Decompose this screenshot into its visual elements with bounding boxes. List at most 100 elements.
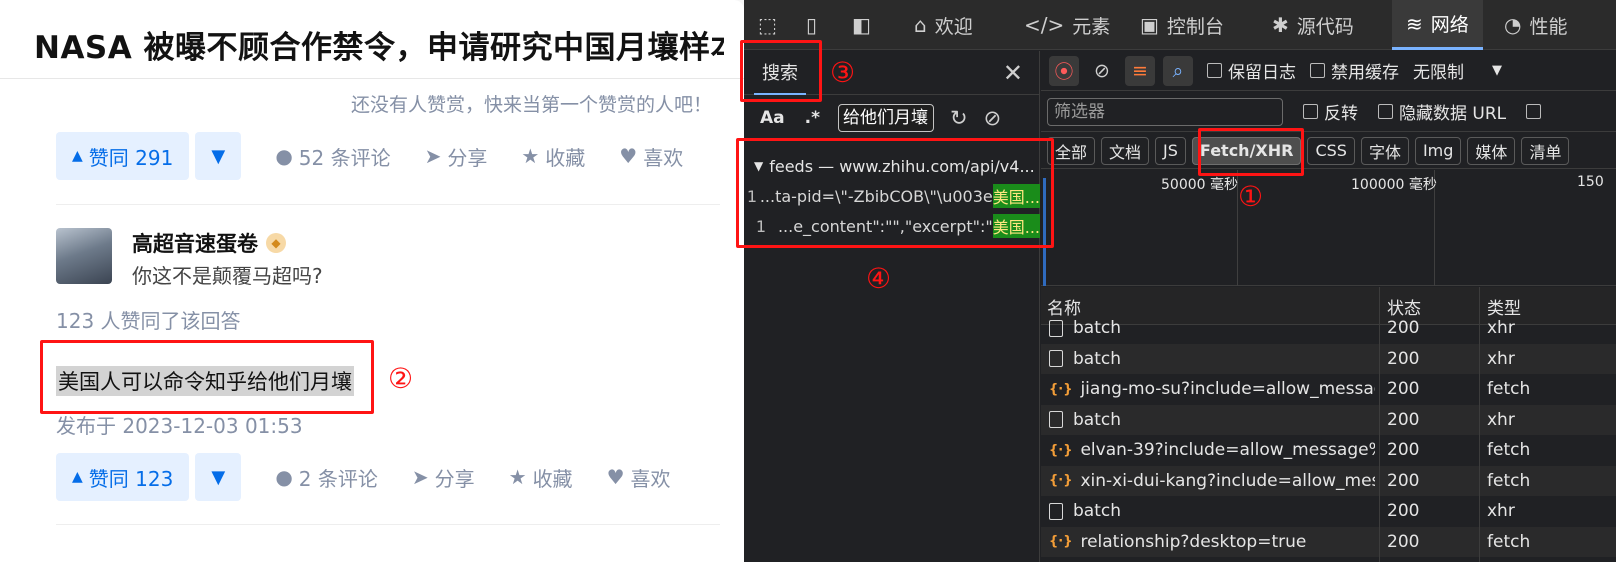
tab-console-label: 控制台 <box>1166 15 1224 38</box>
filter-font[interactable]: 字体 <box>1360 136 1409 165</box>
table-row[interactable]: {·} elvan-39?include=allow_message%2... 20… <box>1041 435 1616 466</box>
record-icon[interactable]: ⦿ <box>1049 55 1079 86</box>
table-row[interactable]: batch 200 xhr <box>1041 313 1616 344</box>
author-name[interactable]: 高超音速蛋卷 ◆ <box>132 228 286 258</box>
answer-actions-2: ▲ 赞同 123 ▼ ● 2 条评论 ➤ 分享 ★ 收藏 ♥ 喜欢 <box>56 453 671 501</box>
table-row[interactable]: {·} relationship?desktop=true 200 fetch <box>1041 526 1616 558</box>
share-label: 分享 <box>434 466 475 491</box>
timeline-overview[interactable]: 50000 毫秒 100000 毫秒 150 <box>1041 170 1616 286</box>
filter-manifest[interactable]: 清单 <box>1521 136 1570 165</box>
avatar[interactable] <box>56 228 112 284</box>
console-icon: ▣ <box>1140 13 1159 37</box>
timeline-label: 50000 毫秒 <box>1161 177 1238 193</box>
fetch-icon: {·} <box>1049 381 1073 397</box>
vote-up-label: 赞同 291 <box>88 145 174 170</box>
invert-checkbox[interactable]: 反转 <box>1303 99 1358 124</box>
comments-button[interactable]: ● 52 条评论 <box>275 142 390 171</box>
comments-label: 2 条评论 <box>298 466 378 491</box>
zhihu-card: NASA 被曝不顾合作禁令，申请研究中国月壤样本 还没有人赞赏，快来当第一个赞赏… <box>0 0 744 562</box>
cell-name: batch <box>1049 496 1375 527</box>
comments-button[interactable]: ● 2 条评论 <box>275 463 378 492</box>
cell-name: {·} relationship?desktop=true <box>1049 527 1375 558</box>
table-row[interactable]: {·} jiang-mo-su?include=allow_message... 2… <box>1041 374 1616 405</box>
search-icon[interactable]: ⌕ <box>1163 55 1193 86</box>
disable-cache-label: 禁用缓存 <box>1331 63 1399 83</box>
preserve-log-checkbox[interactable]: 保留日志 <box>1207 58 1296 83</box>
collect-button[interactable]: ★ 收藏 <box>509 463 573 492</box>
code-icon: </> <box>1024 13 1065 37</box>
comments-label: 52 条评论 <box>298 145 391 170</box>
share-button[interactable]: ➤ 分享 <box>425 142 488 171</box>
column-divider <box>1479 287 1480 562</box>
filter-doc[interactable]: 文档 <box>1101 136 1150 165</box>
filter-media[interactable]: 媒体 <box>1467 136 1516 165</box>
like-button[interactable]: ♥ 喜欢 <box>607 463 671 492</box>
filter-all[interactable]: 全部 <box>1047 136 1096 165</box>
tab-welcome[interactable]: ⌂ 欢迎 <box>914 0 973 50</box>
tab-performance[interactable]: ◔ 性能 <box>1504 0 1567 50</box>
cell-type: fetch <box>1487 470 1531 491</box>
request-name: jiang-mo-su?include=allow_message... <box>1080 379 1375 400</box>
clear-log-icon[interactable]: ⊘ <box>1087 56 1117 86</box>
tab-sources-label: 源代码 <box>1296 15 1354 38</box>
close-icon[interactable]: ✕ <box>1003 59 1023 87</box>
cell-type: xhr <box>1487 318 1515 339</box>
filter-js[interactable]: JS <box>1155 136 1186 165</box>
throttle-select[interactable]: 无限制 ▼ <box>1413 58 1502 83</box>
hide-data-url-checkbox[interactable]: 隐藏数据 URL <box>1378 99 1506 124</box>
cell-status: 200 <box>1387 531 1420 552</box>
search-controls: Aa .* 给他们月壤 ↻ ⊘ <box>744 96 1040 140</box>
cell-status: 200 <box>1387 348 1420 369</box>
network-panel: ⦿ ⊘ ≡ ⌕ 保留日志 禁用缓存 无限制 ▼ 筛选器 反转 隐藏数据 URL 全… <box>1041 51 1616 562</box>
tab-sources[interactable]: ✱ 源代码 <box>1272 0 1354 50</box>
like-label: 喜欢 <box>643 145 684 170</box>
share-button[interactable]: ➤ 分享 <box>412 463 475 492</box>
table-row[interactable]: {·} xin-xi-dui-kang?include=allow_mess...… <box>1041 465 1616 496</box>
checkbox-box <box>1207 63 1222 78</box>
filter-img[interactable]: Img <box>1414 136 1462 165</box>
vote-down-button[interactable]: ▼ <box>195 132 242 180</box>
checkbox-box <box>1526 104 1542 119</box>
cell-name: batch <box>1049 313 1375 344</box>
disable-cache-checkbox[interactable]: 禁用缓存 <box>1310 58 1399 83</box>
clear-icon[interactable]: ⊘ <box>984 106 1002 130</box>
dock-button[interactable]: ◧ <box>852 0 871 50</box>
tab-welcome-label: 欢迎 <box>934 15 973 38</box>
table-row[interactable]: batch 200 xhr <box>1041 404 1616 435</box>
star-icon: ★ <box>508 465 527 489</box>
inspect-icon: ⬚ <box>758 13 777 37</box>
regex-button[interactable]: .* <box>805 108 820 128</box>
vote-up-button[interactable]: ▲ 赞同 123 <box>56 453 190 501</box>
tab-console[interactable]: ▣ 控制台 <box>1140 0 1224 50</box>
preserve-log-label: 保留日志 <box>1228 63 1296 83</box>
filter-input[interactable]: 筛选器 <box>1047 97 1283 126</box>
type-filter-bar: 全部 文档 JS Fetch/XHR CSS 字体 Img 媒体 清单 <box>1041 133 1616 169</box>
tab-performance-label: 性能 <box>1529 15 1568 38</box>
search-input[interactable]: 给他们月壤 <box>838 104 934 132</box>
vote-down-button[interactable]: ▼ <box>195 453 242 501</box>
table-row[interactable]: batch 200 xhr <box>1041 343 1616 374</box>
request-name: batch <box>1073 348 1121 369</box>
like-button[interactable]: ♥ 喜欢 <box>619 142 683 171</box>
tab-elements[interactable]: </> 元素 <box>1024 0 1110 50</box>
request-name: batch <box>1073 318 1121 339</box>
network-toolbar: ⦿ ⊘ ≡ ⌕ 保留日志 禁用缓存 无限制 ▼ <box>1041 51 1616 91</box>
tab-network[interactable]: ≋ 网络 <box>1392 0 1483 50</box>
filter-toggle-icon[interactable]: ≡ <box>1125 55 1155 86</box>
table-row[interactable]: batch 200 xhr <box>1041 496 1616 527</box>
filter-css[interactable]: CSS <box>1307 136 1355 165</box>
collect-button[interactable]: ★ 收藏 <box>521 142 585 171</box>
document-icon <box>1049 502 1063 520</box>
devtools: ⬚ ▯ ◧ ⌂ 欢迎 </> 元素 ▣ 控制台 ✱ 源代码 ≋ 网络 ◔ 性能 搜索 ✕ A… <box>736 0 1616 562</box>
document-icon <box>1049 411 1063 429</box>
cell-type: fetch <box>1487 440 1531 461</box>
refresh-icon[interactable]: ↻ <box>950 106 968 130</box>
tab-elements-label: 元素 <box>1072 15 1111 38</box>
vote-up-label: 赞同 123 <box>88 466 174 491</box>
invert-label: 反转 <box>1324 104 1358 124</box>
document-icon <box>1049 350 1063 368</box>
vote-up-button[interactable]: ▲ 赞同 291 <box>56 132 190 180</box>
heart-icon: ♥ <box>606 465 625 489</box>
match-case-button[interactable]: Aa <box>760 108 785 128</box>
extra-checkbox[interactable] <box>1526 104 1547 119</box>
